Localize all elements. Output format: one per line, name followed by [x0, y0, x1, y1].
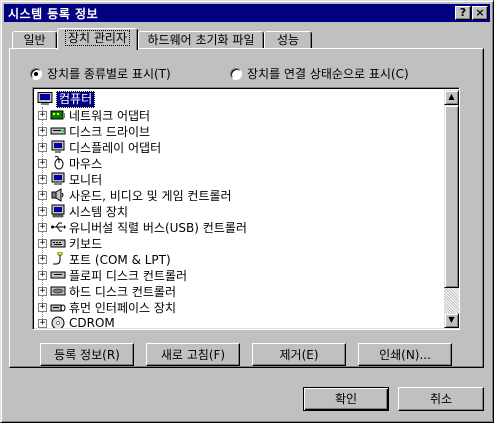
scroll-thumb[interactable] — [444, 105, 459, 288]
tree-item-label: 마우스 — [69, 156, 103, 171]
tree-item-label: CDROM — [69, 316, 115, 328]
view-by-type-radio[interactable] — [30, 67, 42, 80]
tree-item-label: 키보드 — [69, 236, 103, 251]
tree-item[interactable]: + 디스크 드라이브 — [38, 123, 150, 139]
remove-button[interactable]: 제거(E) — [252, 343, 346, 366]
tree-item[interactable]: + 사운드, 비디오 및 게임 컨트롤러 — [38, 187, 232, 203]
device-tree: 컴퓨터 + 네트워크 어댑터 + 디스크 드라이브 + 디스플레이 어댑터 + … — [35, 90, 444, 328]
tree-item-label: 유니버설 직렬 버스(USB) 컨트롤러 — [69, 220, 247, 235]
close-button[interactable]: × — [472, 6, 488, 20]
vertical-scrollbar[interactable]: ▲ ▼ — [444, 90, 459, 328]
tree-root-label: 컴퓨터 — [56, 90, 96, 108]
expand-icon[interactable]: + — [38, 238, 47, 248]
tree-item[interactable]: + 휴먼 인터페이스 장치 — [38, 299, 176, 315]
network-adapter-icon — [50, 110, 65, 120]
expand-icon[interactable]: + — [38, 158, 47, 168]
hid-icon — [50, 304, 66, 312]
view-by-connection-label: 장치를 연결 상태순으로 표시(C) — [247, 67, 409, 81]
tree-item[interactable]: + 하드 디스크 컨트롤러 — [38, 283, 176, 299]
expand-icon[interactable]: + — [38, 302, 47, 312]
tree-item[interactable]: + 유니버설 직렬 버스(USB) 컨트롤러 — [38, 219, 247, 235]
expand-icon[interactable]: + — [38, 318, 47, 328]
expand-icon[interactable]: + — [38, 206, 47, 216]
tree-item-label: 사운드, 비디오 및 게임 컨트롤러 — [69, 188, 232, 203]
tree-item[interactable]: + 마우스 — [38, 155, 102, 171]
mouse-icon — [54, 156, 64, 170]
tab-device-manager-label: 장치 관리자 — [64, 30, 130, 46]
tab-general[interactable]: 일반 — [12, 31, 57, 49]
tree-item-label: 휴먼 인터페이스 장치 — [69, 300, 176, 315]
tree-root-computer[interactable]: 컴퓨터 — [37, 90, 96, 108]
system-device-icon — [51, 204, 65, 218]
hdd-controller-icon — [50, 286, 66, 296]
tree-item[interactable]: + 플로피 디스크 컨트롤러 — [38, 267, 187, 283]
tree-item-label: 디스크 드라이브 — [69, 124, 151, 139]
scroll-up-button[interactable]: ▲ — [444, 90, 459, 105]
tree-item[interactable]: + 키보드 — [38, 235, 102, 251]
cdrom-icon — [51, 316, 65, 328]
floppy-controller-icon — [50, 271, 66, 279]
port-icon — [53, 252, 63, 265]
window-title: 시스템 등록 정보 — [8, 6, 99, 21]
device-tree-list[interactable]: 컴퓨터 + 네트워크 어댑터 + 디스크 드라이브 + 디스플레이 어댑터 + … — [32, 87, 460, 330]
tree-item-label: 네트워크 어댑터 — [69, 108, 151, 123]
tab-performance-label: 성능 — [276, 33, 300, 47]
expand-icon[interactable]: + — [38, 110, 47, 120]
disk-drive-icon — [50, 127, 66, 135]
scroll-down-button[interactable]: ▼ — [444, 313, 459, 328]
tree-item-label: 플로피 디스크 컨트롤러 — [69, 268, 188, 283]
tree-item-label: 포트 (COM & LPT) — [69, 252, 171, 267]
cancel-button[interactable]: 취소 — [398, 387, 484, 411]
expand-icon[interactable]: + — [38, 254, 47, 264]
tree-item[interactable]: + 모니터 — [38, 171, 102, 187]
tree-item-label: 시스템 장치 — [69, 204, 129, 219]
expand-icon[interactable]: + — [38, 126, 47, 136]
title-bar[interactable]: 시스템 등록 정보 ? × — [4, 4, 490, 22]
view-by-type-option[interactable]: 장치를 종류별로 표시(T) — [30, 65, 171, 82]
view-by-connection-radio[interactable] — [230, 67, 242, 80]
tree-item-label: 하드 디스크 컨트롤러 — [69, 284, 176, 299]
computer-icon — [37, 92, 53, 105]
tree-item[interactable]: + 포트 (COM & LPT) — [38, 251, 171, 267]
tree-item-label: 디스플레이 어댑터 — [69, 140, 162, 155]
expand-icon[interactable]: + — [38, 270, 47, 280]
ok-button[interactable]: 확인 — [303, 387, 389, 411]
expand-icon[interactable]: + — [38, 174, 47, 184]
usb-icon — [51, 222, 66, 232]
display-adapter-icon — [51, 140, 65, 153]
refresh-button[interactable]: 새로 고침(F) — [146, 343, 240, 366]
tree-item-label: 모니터 — [69, 172, 103, 187]
expand-icon[interactable]: + — [38, 222, 47, 232]
tree-item[interactable]: + CDROM — [38, 315, 115, 328]
tree-item[interactable]: + 네트워크 어댑터 — [38, 107, 150, 123]
tab-hardware-profiles-label: 하드웨어 초기화 파일 — [147, 33, 255, 47]
tab-general-label: 일반 — [23, 33, 46, 47]
properties-button[interactable]: 등록 정보(R) — [40, 343, 134, 366]
keyboard-icon — [50, 239, 66, 248]
tab-performance[interactable]: 성능 — [264, 31, 312, 49]
expand-icon[interactable]: + — [38, 190, 47, 200]
view-by-connection-option[interactable]: 장치를 연결 상태순으로 표시(C) — [230, 65, 409, 82]
expand-icon[interactable]: + — [38, 142, 47, 152]
system-properties-window: 시스템 등록 정보 ? × 일반 장치 관리자 하드웨어 초기화 파일 성능 장… — [0, 0, 494, 423]
tree-item[interactable]: + 디스플레이 어댑터 — [38, 139, 161, 155]
view-by-type-label: 장치를 종류별로 표시(T) — [47, 67, 171, 81]
print-button[interactable]: 인쇄(N)... — [358, 343, 452, 366]
monitor-icon — [51, 172, 65, 185]
tab-device-manager[interactable]: 장치 관리자 — [57, 28, 138, 50]
tree-item[interactable]: + 시스템 장치 — [38, 203, 128, 219]
tab-hardware-profiles[interactable]: 하드웨어 초기화 파일 — [138, 31, 264, 49]
sound-icon — [51, 188, 64, 202]
help-button[interactable]: ? — [455, 6, 471, 20]
expand-icon[interactable]: + — [38, 286, 47, 296]
